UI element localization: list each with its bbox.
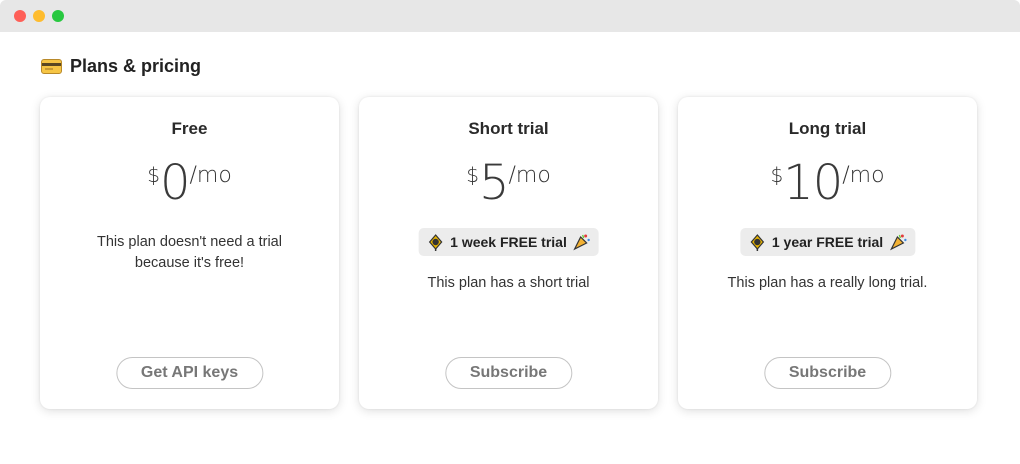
plan-card-short-trial: Short trial $ 5 /mo 1 week FREE trial Th… [359, 97, 658, 409]
plan-name: Long trial [788, 119, 867, 138]
subscribe-button[interactable]: Subscribe [763, 357, 892, 389]
price-period: /mo [189, 163, 232, 188]
plan-description: This plan doesn't need a trial because i… [97, 234, 282, 271]
credit-card-icon [41, 59, 62, 74]
window-titlebar [0, 0, 1020, 32]
price-currency: $ [147, 163, 160, 187]
price-amount: 5 [478, 155, 510, 211]
plan-card-long-trial: Long trial $ 10 /mo 1 year FREE trial Th… [678, 97, 977, 409]
price-amount: 0 [159, 155, 191, 211]
plan-name: Short trial [468, 119, 549, 138]
plan-card-free: Free $ 0 /mo This plan doesn't need a tr… [40, 97, 339, 409]
trial-badge-text: 1 week FREE trial [450, 234, 567, 250]
plan-description: This plan has a really long trial. [727, 275, 928, 291]
party-horn-icon [573, 233, 591, 251]
plans-list: Free $ 0 /mo This plan doesn't need a tr… [40, 97, 977, 409]
trial-badge: 1 week FREE trial [418, 228, 599, 256]
trial-badge: 1 year FREE trial [739, 228, 916, 256]
minimize-window-button[interactable] [33, 10, 45, 22]
plan-name: Free [171, 119, 208, 138]
price-currency: $ [466, 163, 479, 187]
plan-price: $ 10 /mo [678, 155, 977, 211]
get-api-keys-button[interactable]: Get API keys [115, 357, 264, 389]
subscribe-button[interactable]: Subscribe [444, 357, 573, 389]
price-period: /mo [842, 163, 885, 188]
party-popper-icon [426, 233, 444, 251]
page-header: Plans & pricing [41, 56, 201, 77]
maximize-window-button[interactable] [52, 10, 64, 22]
party-horn-icon [889, 233, 907, 251]
close-window-button[interactable] [14, 10, 26, 22]
price-period: /mo [508, 163, 551, 188]
party-popper-icon [748, 233, 766, 251]
plan-price: $ 5 /mo [359, 155, 658, 211]
page-title: Plans & pricing [70, 56, 202, 76]
trial-badge-text: 1 year FREE trial [771, 234, 884, 250]
price-currency: $ [770, 163, 784, 187]
app-window: Plans & pricing Free $ 0 /mo This plan d… [0, 0, 1020, 464]
plan-price: $ 0 /mo [40, 155, 339, 211]
price-amount: 10 [783, 155, 843, 211]
plan-description: This plan has a short trial [427, 275, 590, 291]
